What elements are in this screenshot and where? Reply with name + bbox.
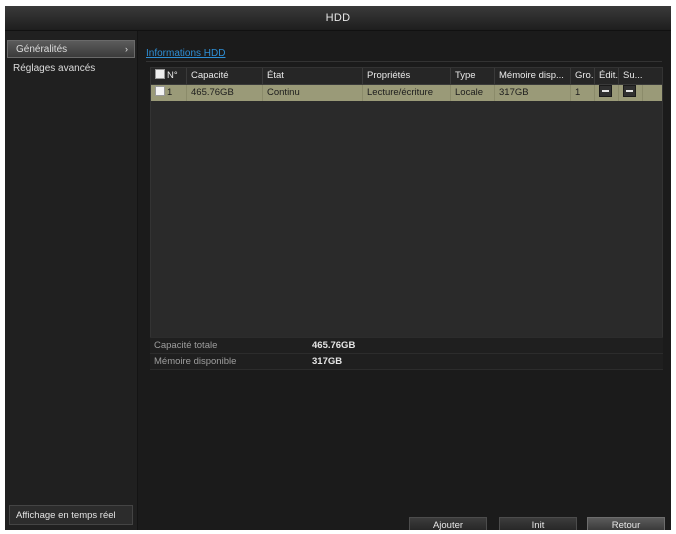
cell-properties: Lecture/écriture (363, 85, 451, 101)
sidebar-item-advanced-settings[interactable]: Réglages avancés (5, 58, 137, 78)
header-type[interactable]: Type (451, 68, 495, 84)
header-capacity[interactable]: Capacité (187, 68, 263, 84)
total-capacity-label: Capacité totale (154, 340, 218, 351)
table-header: N° Capacité État Propriétés Type Mémoire… (151, 68, 662, 85)
header-edit[interactable]: Édit... (595, 68, 619, 84)
cell-type: Locale (451, 85, 495, 101)
window-title: HDD (325, 12, 351, 24)
edit-icon[interactable] (599, 85, 612, 97)
free-space-value: 317GB (312, 356, 343, 367)
chevron-right-icon: › (125, 44, 128, 54)
sidebar-item-general[interactable]: Généralités › (7, 40, 135, 58)
cell-group: 1 (571, 85, 595, 101)
live-view-button[interactable]: Affichage en temps réel (9, 505, 133, 525)
table-row[interactable]: 1 465.76GB Continu Lecture/écriture Loca… (151, 85, 662, 101)
sidebar: Généralités › Réglages avancés Affichage… (5, 31, 138, 530)
sidebar-item-label: Généralités (16, 43, 68, 55)
header-properties[interactable]: Propriétés (363, 68, 451, 84)
row-checkbox[interactable] (155, 86, 165, 96)
free-space-label: Mémoire disponible (154, 356, 237, 367)
cell-free-space: 317GB (495, 85, 571, 101)
cell-capacity: 465.76GB (187, 85, 263, 101)
cell-status: Continu (263, 85, 363, 101)
header-free-space[interactable]: Mémoire disp... (495, 68, 571, 84)
main-panel: Informations HDD N° Capacité État Propri… (142, 31, 667, 530)
hdd-table: N° Capacité État Propriétés Type Mémoire… (150, 67, 663, 355)
cell-edit (595, 85, 619, 101)
select-all-checkbox[interactable] (155, 69, 165, 79)
header-status[interactable]: État (263, 68, 363, 84)
header-no-label: N° (167, 70, 178, 81)
header-group[interactable]: Gro... (571, 68, 595, 84)
divider (146, 61, 662, 62)
free-space-row: Mémoire disponible 317GB (150, 354, 663, 370)
cell-no-value: 1 (167, 87, 173, 98)
init-button[interactable]: Init (499, 517, 577, 530)
back-button[interactable]: Retour (587, 517, 665, 530)
total-capacity-value: 465.76GB (312, 340, 356, 351)
cell-no: 1 (151, 85, 187, 101)
capacity-summary: Capacité totale 465.76GB Mémoire disponi… (150, 337, 663, 370)
title-bar: HDD (5, 6, 671, 31)
cell-delete (619, 85, 643, 101)
live-view-label: Affichage en temps réel (16, 509, 116, 521)
total-capacity-row: Capacité totale 465.76GB (150, 337, 663, 354)
header-no: N° (151, 68, 187, 84)
sidebar-item-label: Réglages avancés (13, 62, 96, 74)
add-button[interactable]: Ajouter (409, 517, 487, 530)
delete-icon[interactable] (623, 85, 636, 97)
tab-hdd-information[interactable]: Informations HDD (146, 48, 225, 59)
hdd-window: HDD Généralités › Réglages avancés Affic… (5, 6, 671, 530)
header-delete[interactable]: Su... (619, 68, 643, 84)
